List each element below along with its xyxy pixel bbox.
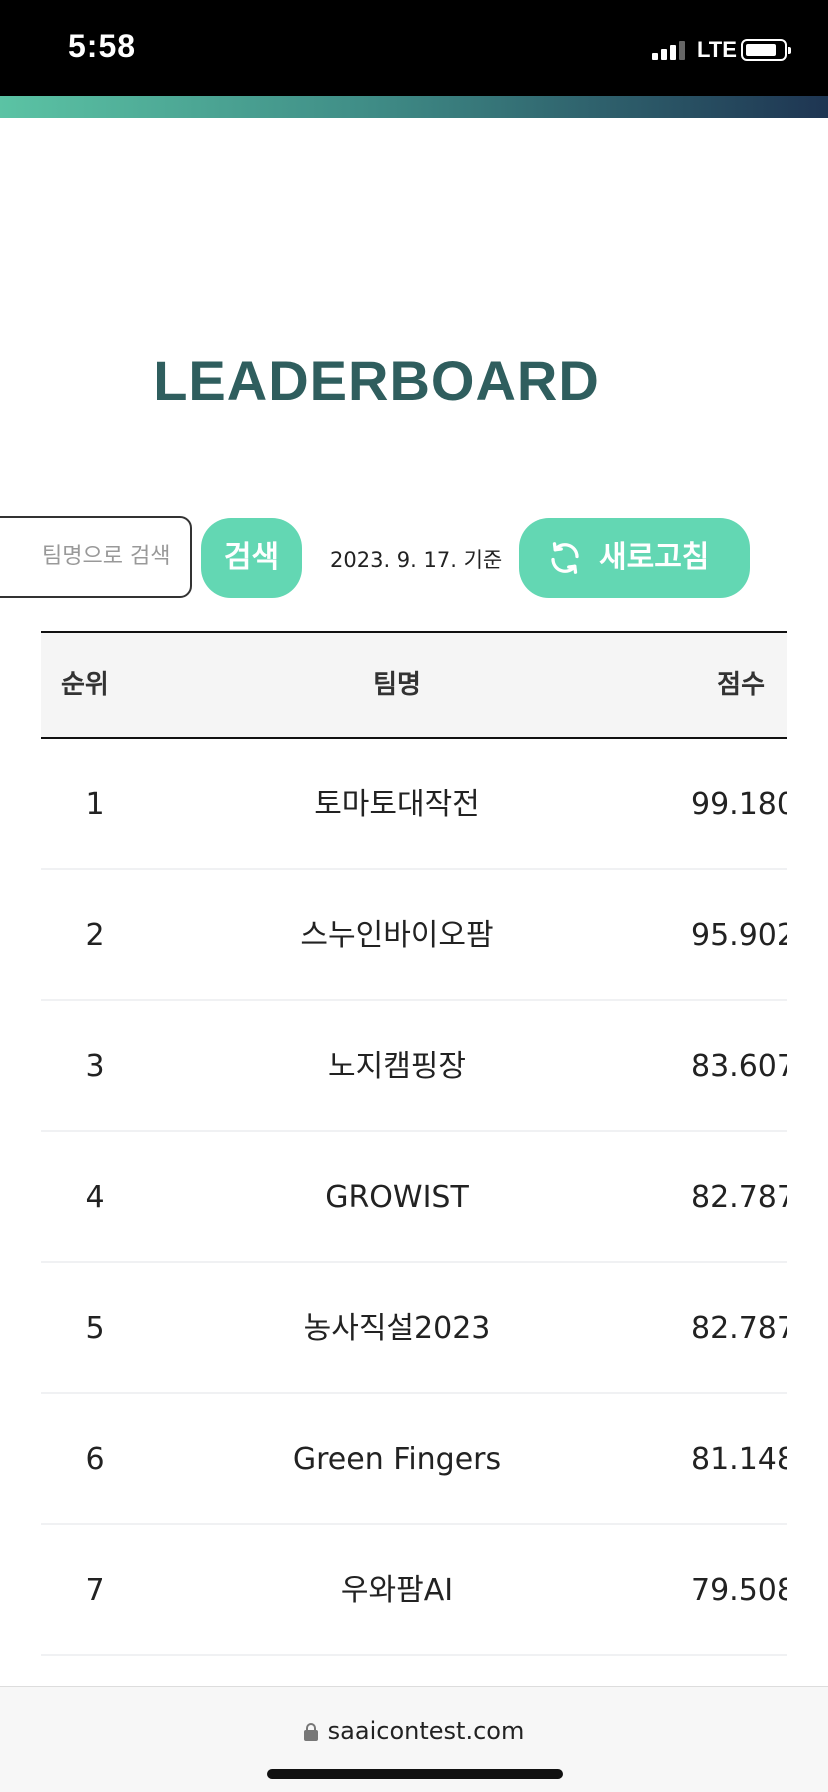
table-row[interactable]: 4 GROWIST 82.787 (41, 1132, 787, 1263)
browser-address-bar[interactable]: saaicontest.com (0, 1686, 828, 1792)
table-row[interactable]: 1 토마토대작전 99.180 (41, 739, 787, 870)
score-cell: 79.508 (691, 1573, 787, 1608)
team-name-cell: Green Fingers (292, 1442, 502, 1477)
refresh-button[interactable]: 새로고침 (519, 518, 750, 598)
table-body: 1 토마토대작전 99.180 2 스누인바이오팜 95.902 3 노지캠핑장 83.607 4… (41, 739, 787, 1656)
table-row[interactable]: 3 노지캠핑장 83.607 (41, 1001, 787, 1132)
refresh-icon (551, 542, 579, 574)
header-accent-bar (0, 96, 828, 118)
url-text: saaicontest.com (327, 1717, 525, 1745)
home-indicator[interactable] (267, 1769, 563, 1779)
battery-icon (741, 39, 791, 61)
signal-icon (652, 40, 688, 60)
score-cell: 81.148 (691, 1442, 787, 1477)
page-title: LEADERBOARD (153, 349, 600, 412)
score-cell: 82.787 (691, 1311, 787, 1346)
team-name-cell: 노지캠핑장 (328, 1049, 466, 1084)
table-header: 순위 팀명 점수 (41, 631, 787, 739)
leaderboard-controls: 팀명으로 검색 검색 2023. 9. 17. 기준 새로고침 (0, 516, 828, 598)
date-label: 2023. 9. 17. 기준 (330, 548, 503, 572)
header-team[interactable]: 팀명 (41, 633, 753, 737)
status-bar: 5:58 LTE (0, 0, 828, 96)
network-type: LTE (697, 37, 737, 62)
team-search-input[interactable]: 팀명으로 검색 (0, 516, 192, 598)
url-display[interactable]: saaicontest.com (0, 1717, 828, 1745)
table-row[interactable]: 5 농사직설2023 82.787 (41, 1263, 787, 1394)
team-name-cell: 농사직설2023 (303, 1311, 491, 1346)
table-row[interactable]: 6 Green Fingers 81.148 (41, 1394, 787, 1525)
score-cell: 95.902 (691, 918, 787, 953)
lock-icon (303, 1723, 318, 1741)
leaderboard-table: 순위 팀명 점수 1 토마토대작전 99.180 2 스누인바이오팜 95.902 3 노지캠… (41, 631, 787, 1656)
team-name-cell: 우와팜AI (340, 1573, 454, 1608)
table-row[interactable]: 2 스누인바이오팜 95.902 (41, 870, 787, 1001)
search-button[interactable]: 검색 (201, 518, 302, 598)
score-cell: 83.607 (691, 1049, 787, 1084)
refresh-button-label: 새로고침 (599, 540, 710, 575)
team-name-cell: 토마토대작전 (314, 787, 480, 822)
score-cell: 82.787 (691, 1180, 787, 1215)
header-score[interactable]: 점수 (717, 633, 765, 737)
status-time: 5:58 (68, 28, 137, 64)
team-name-cell: 스누인바이오팜 (300, 918, 494, 953)
team-name-cell: GROWIST (325, 1180, 469, 1215)
score-cell: 99.180 (691, 787, 787, 822)
table-row[interactable]: 7 우와팜AI 79.508 (41, 1525, 787, 1656)
